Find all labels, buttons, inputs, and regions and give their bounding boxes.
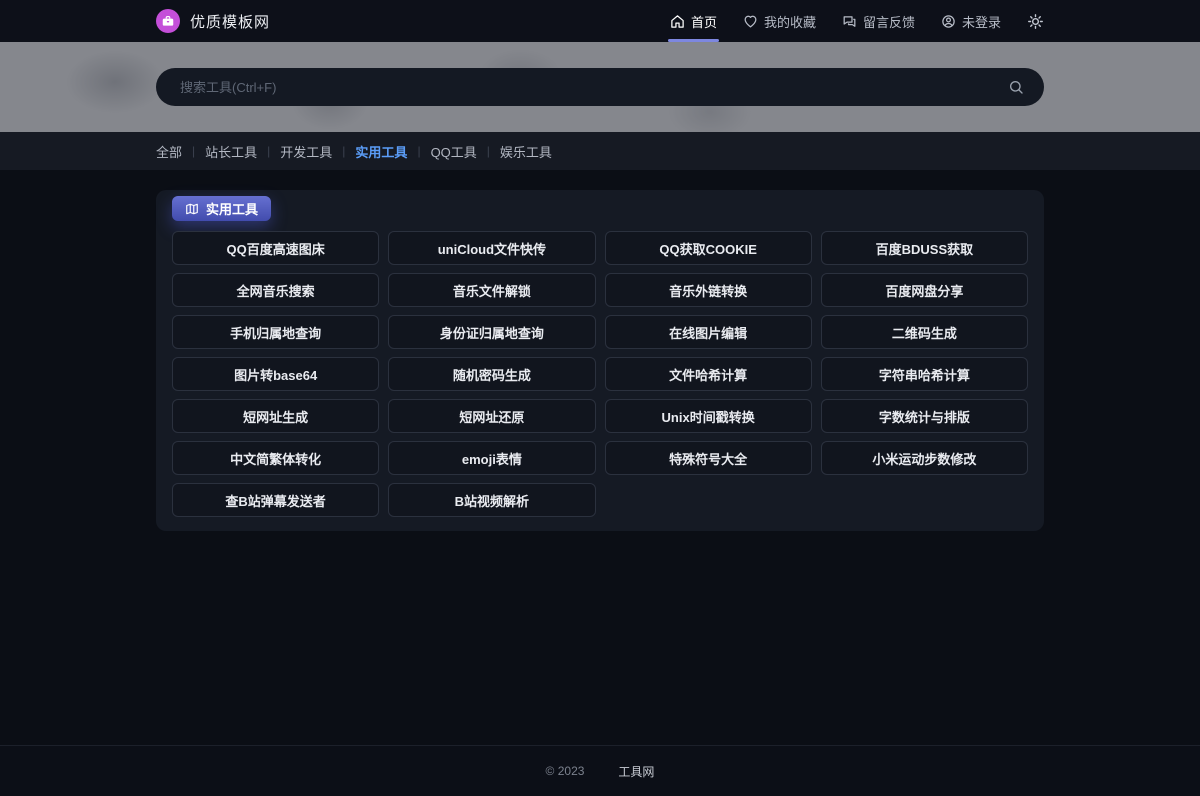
nav-item-favorites[interactable]: 我的收藏	[743, 0, 816, 42]
tool-button[interactable]: 短网址生成	[172, 399, 379, 433]
top-navbar: 优质模板网 首页 我的收藏 留言反馈 未登录	[0, 0, 1200, 42]
search-band	[0, 42, 1200, 132]
page: 优质模板网 首页 我的收藏 留言反馈 未登录 全部 | 站长工具 | 开发工具 | 实用工具 | QQ…	[0, 0, 1200, 796]
category-list: 全部 | 站长工具 | 开发工具 | 实用工具 | QQ工具 | 娱乐工具	[156, 142, 1044, 161]
tool-button[interactable]: 字符串哈希计算	[821, 357, 1028, 391]
category-separator: |	[417, 144, 420, 158]
nav-item-home[interactable]: 首页	[670, 0, 717, 42]
copyright-text: © 2023	[546, 764, 585, 778]
brand[interactable]: 优质模板网	[156, 9, 270, 33]
tool-button[interactable]: Unix时间戳转换	[605, 399, 812, 433]
category-item-3[interactable]: 实用工具	[355, 142, 407, 161]
tool-button[interactable]: 中文简繁体转化	[172, 441, 379, 475]
category-item-5[interactable]: 娱乐工具	[500, 142, 552, 161]
section-badge-label: 实用工具	[206, 199, 258, 218]
feedback-icon	[842, 14, 857, 29]
tools-grid: QQ百度高速图床 uniCloud文件快传 QQ获取COOKIE 百度BDUSS获取全…	[172, 231, 1028, 517]
category-item-2[interactable]: 开发工具	[280, 142, 332, 161]
nav-item-label: 留言反馈	[863, 12, 915, 31]
tool-button[interactable]: 文件哈希计算	[605, 357, 812, 391]
tool-button[interactable]: 随机密码生成	[388, 357, 595, 391]
heart-icon	[743, 14, 758, 29]
nav-item-login[interactable]: 未登录	[941, 0, 1001, 42]
sun-icon	[1027, 13, 1044, 30]
nav-item-label: 首页	[691, 12, 717, 31]
tool-button[interactable]: 字数统计与排版	[821, 399, 1028, 433]
nav-item-label: 未登录	[962, 12, 1001, 31]
nav-item-feedback[interactable]: 留言反馈	[842, 0, 915, 42]
tool-button[interactable]: 小米运动步数修改	[821, 441, 1028, 475]
tool-button[interactable]: 全网音乐搜索	[172, 273, 379, 307]
tool-button[interactable]: 图片转base64	[172, 357, 379, 391]
tool-button[interactable]: B站视频解析	[388, 483, 595, 517]
category-separator: |	[267, 144, 270, 158]
theme-toggle-button[interactable]	[1027, 0, 1044, 42]
tool-button[interactable]: emoji表情	[388, 441, 595, 475]
search-box	[156, 68, 1044, 106]
tool-button[interactable]: 手机归属地查询	[172, 315, 379, 349]
section-badge: 实用工具	[172, 196, 271, 221]
tools-panel: 实用工具 QQ百度高速图床 uniCloud文件快传 QQ获取COOKIE 百度BDU…	[156, 190, 1044, 531]
search-input[interactable]	[156, 68, 1044, 106]
tool-button[interactable]: 百度BDUSS获取	[821, 231, 1028, 265]
site-name-link[interactable]: 工具网	[618, 763, 654, 780]
tool-button[interactable]: 音乐文件解锁	[388, 273, 595, 307]
tool-button[interactable]: 身份证归属地查询	[388, 315, 595, 349]
tool-button[interactable]: 短网址还原	[388, 399, 595, 433]
home-icon	[670, 14, 685, 29]
main-nav: 首页 我的收藏 留言反馈 未登录	[670, 0, 1044, 42]
footer: © 2023 工具网	[0, 745, 1200, 796]
tool-button[interactable]: 查B站弹幕发送者	[172, 483, 379, 517]
category-item-0[interactable]: 全部	[156, 142, 182, 161]
tool-button[interactable]: 二维码生成	[821, 315, 1028, 349]
nav-item-label: 我的收藏	[764, 12, 816, 31]
tool-button[interactable]: QQ获取COOKIE	[605, 231, 812, 265]
category-separator: |	[192, 144, 195, 158]
category-bar: 全部 | 站长工具 | 开发工具 | 实用工具 | QQ工具 | 娱乐工具	[0, 132, 1200, 170]
main-content: 实用工具 QQ百度高速图床 uniCloud文件快传 QQ获取COOKIE 百度BDU…	[0, 170, 1200, 745]
map-icon	[185, 202, 199, 216]
category-item-1[interactable]: 站长工具	[205, 142, 257, 161]
tool-button[interactable]: 在线图片编辑	[605, 315, 812, 349]
search-icon[interactable]	[1008, 79, 1024, 95]
tool-button[interactable]: 音乐外链转换	[605, 273, 812, 307]
toolbox-icon	[156, 9, 180, 33]
category-item-4[interactable]: QQ工具	[431, 142, 477, 161]
tool-button[interactable]: uniCloud文件快传	[388, 231, 595, 265]
category-separator: |	[342, 144, 345, 158]
category-separator: |	[487, 144, 490, 158]
tool-button[interactable]: QQ百度高速图床	[172, 231, 379, 265]
tool-button[interactable]: 百度网盘分享	[821, 273, 1028, 307]
tool-button[interactable]: 特殊符号大全	[605, 441, 812, 475]
brand-title: 优质模板网	[190, 11, 270, 32]
user-icon	[941, 14, 956, 29]
